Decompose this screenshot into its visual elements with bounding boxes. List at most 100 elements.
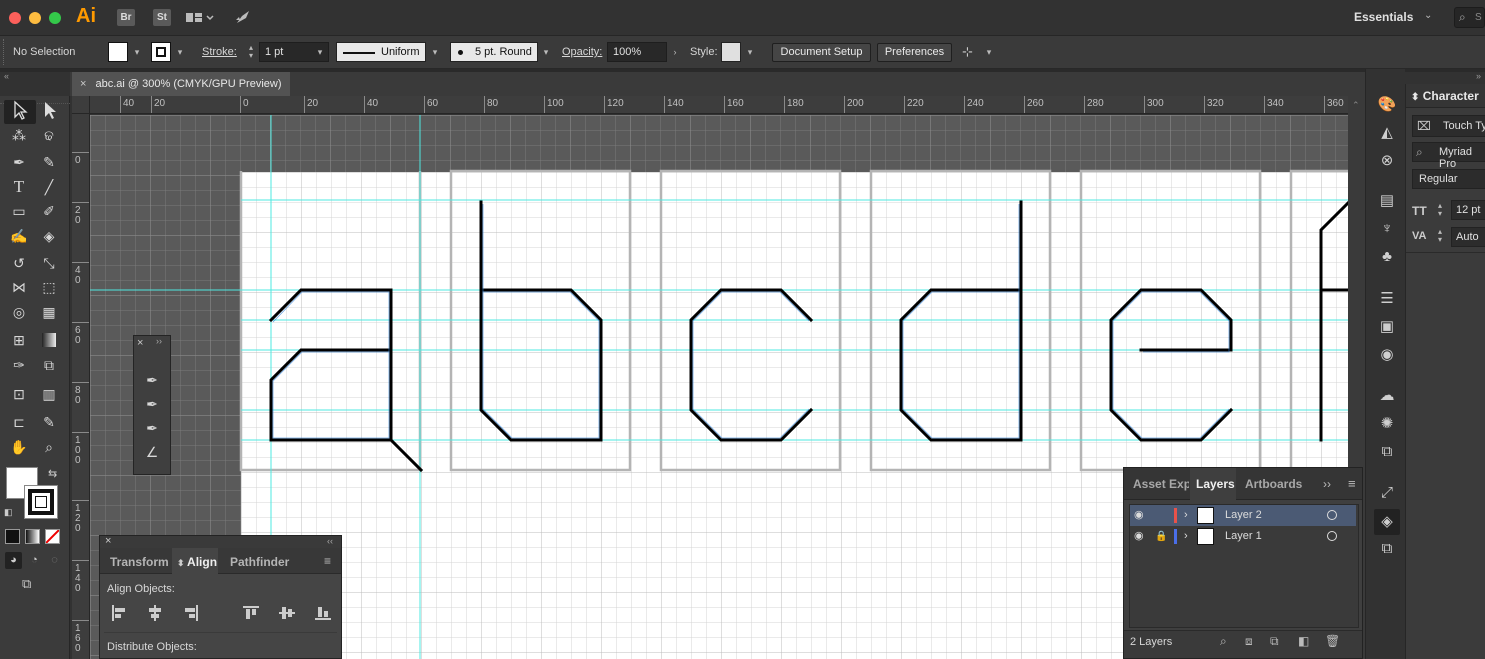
collapse-icon[interactable]: ‹‹ [327,536,333,546]
close-icon[interactable]: × [137,337,143,349]
none-mode-icon[interactable] [45,529,60,544]
draw-inside-icon[interactable]: ◌ [46,552,63,569]
opacity-label[interactable]: Opacity: [562,46,602,58]
lasso-icon[interactable]: ଢ [38,124,60,146]
rotate-tool-icon[interactable]: ↺ [8,252,30,274]
delete-anchor-point-icon[interactable]: ✒ [141,417,163,439]
control-bar-grip[interactable] [3,39,5,65]
gradient-tool-icon[interactable] [38,329,60,351]
hand-tool-icon[interactable]: ✋ [8,436,30,458]
direct-selection-tool-icon[interactable] [38,99,60,121]
transparency-icon[interactable]: ⊗ [1376,150,1398,172]
preferences-button[interactable]: Preferences [877,43,952,62]
libraries-icon[interactable]: ☁ [1376,385,1398,407]
draw-behind-icon[interactable]: ◔ [26,552,43,569]
ruler-origin[interactable] [72,96,90,114]
chevron-up-icon[interactable]: ⌃ [1352,100,1360,111]
font-family-field[interactable]: ⌕ Myriad Pro [1412,142,1485,170]
create-sublayer-icon[interactable]: ⧉ [1270,634,1279,649]
color-mode-icon[interactable] [5,529,20,544]
swatches-icon[interactable]: ◭ [1376,122,1398,144]
stroke-panel-icon[interactable]: ☰ [1376,288,1398,310]
blend-tool-icon[interactable]: ⧉ [38,354,60,376]
gradient-panel-icon[interactable]: ▣ [1376,316,1398,338]
chevron-down-icon[interactable]: ▾ [174,44,186,60]
target-circle-icon[interactable] [1327,510,1337,520]
zoom-tool-icon[interactable]: ⌕ [38,436,60,458]
chevron-right-icon[interactable]: › [1184,505,1188,526]
symbols-club-icon[interactable]: ♣ [1376,246,1398,268]
line-segment-tool-icon[interactable]: ╱ [38,176,60,198]
chevron-down-icon[interactable]: ▾ [983,44,995,60]
artboards-panel-icon[interactable]: ⧉ [1376,441,1398,463]
pathfinder-panel-icon[interactable]: ⧉ [1376,538,1398,560]
rectangle-tool-icon[interactable]: ▭ [8,200,30,222]
target-circle-icon[interactable] [1327,531,1337,541]
gpu-performance-icon[interactable] [234,8,254,26]
align-to-icon[interactable]: ⊹ [962,44,980,60]
align-vertical-center-icon[interactable] [278,604,296,622]
symbol-sprayer-tool-icon[interactable]: ⊡ [8,383,30,405]
export-icon[interactable]: ⤢ [1376,482,1398,504]
eraser-tool-icon[interactable]: ◈ [38,225,60,247]
symbols-icon[interactable]: ▤ [1376,190,1398,212]
color-guide-icon[interactable]: 🎨 [1376,94,1398,116]
panel-menu-icon[interactable]: ≡ [1348,476,1356,491]
chevron-down-icon[interactable]: ▾ [131,44,143,60]
paintbrush-tool-icon[interactable]: ✐ [38,200,60,222]
arrange-documents-button[interactable] [185,10,215,26]
collapse-panels-icon[interactable]: » [1476,71,1481,81]
font-size-field[interactable]: 12 pt [1451,200,1485,220]
horizontal-ruler[interactable]: 40 20 0 20 40 60 80 100 120 140 160 180 200 220 240 260… [90,96,1348,114]
stroke-color-swatch[interactable] [24,485,58,519]
panel-menu-icon[interactable]: ≡ [324,554,331,568]
expand-icon[interactable]: ›› [156,336,162,346]
tab-transform[interactable]: Transform [110,555,169,569]
artboard-tool-icon[interactable]: ⊏ [8,411,30,433]
tab-layers[interactable]: Layers [1196,468,1235,500]
vertical-ruler[interactable]: 0 2 0 4 0 6 0 8 0 1 0 0 1 2 0 1 4 0 1 6 0 [72,114,90,659]
workspace-switcher[interactable]: Essentials [1354,10,1413,24]
shaper-tool-icon[interactable]: ✍ [8,225,30,247]
stock-button[interactable]: St [153,9,171,26]
graphic-style-swatch[interactable] [721,42,741,62]
appearance-icon[interactable]: ◉ [1376,344,1398,366]
pen-tool-icon[interactable]: ✒ [8,151,30,173]
graphic-styles-icon[interactable]: ✺ [1376,413,1398,435]
font-size-stepper[interactable]: ▴ ▾ [1438,202,1442,218]
bridge-button[interactable]: Br [117,9,135,26]
visibility-eye-icon[interactable]: ◉ [1134,526,1144,547]
chevron-right-icon[interactable]: › [1184,526,1188,547]
chevron-down-icon[interactable]: ▾ [314,44,326,60]
mesh-tool-icon[interactable]: ⊞ [8,329,30,351]
close-window-button[interactable] [9,12,21,24]
selection-tool-icon[interactable] [8,99,30,121]
slice-tool-icon[interactable]: ✎ [38,411,60,433]
type-tool-icon[interactable]: T [8,176,30,198]
eyedropper-tool-icon[interactable]: ✑ [8,354,30,376]
tab-artboards[interactable]: Artboards [1245,468,1302,500]
fill-swatch[interactable] [108,42,128,62]
align-right-icon[interactable] [182,604,200,622]
align-bottom-icon[interactable] [314,604,332,622]
new-layer-icon[interactable]: ◧ [1298,634,1309,648]
brushes-icon[interactable]: ♆ [1376,218,1398,240]
tab-align[interactable]: ⬍ Align [177,555,217,569]
minimize-window-button[interactable] [29,12,41,24]
free-transform-tool-icon[interactable]: ⬚ [38,276,60,298]
search-input[interactable]: ⌕ S [1454,7,1485,28]
collapse-toolbox-icon[interactable]: « [4,71,9,81]
layer-name[interactable]: Layer 2 [1225,505,1262,526]
shape-builder-tool-icon[interactable]: ◎ [8,301,30,323]
layer-row-2[interactable]: ◉ › Layer 2 [1130,505,1356,526]
scale-tool-icon[interactable]: ⤡ [38,252,60,274]
document-tab[interactable]: × abc.ai @ 300% (CMYK/GPU Preview) [72,72,290,96]
character-panel-title[interactable]: ⬍ Character [1411,89,1479,103]
chevron-down-icon[interactable]: ▾ [540,44,552,60]
layer-name[interactable]: Layer 1 [1225,526,1262,547]
add-anchor-point-icon[interactable]: ✒ [141,393,163,415]
expand-icon[interactable]: ›› [1323,477,1331,491]
align-top-icon[interactable] [242,604,260,622]
trash-icon[interactable]: 🗑 [1325,634,1340,648]
swap-colors-icon[interactable]: ⇆ [48,467,57,480]
